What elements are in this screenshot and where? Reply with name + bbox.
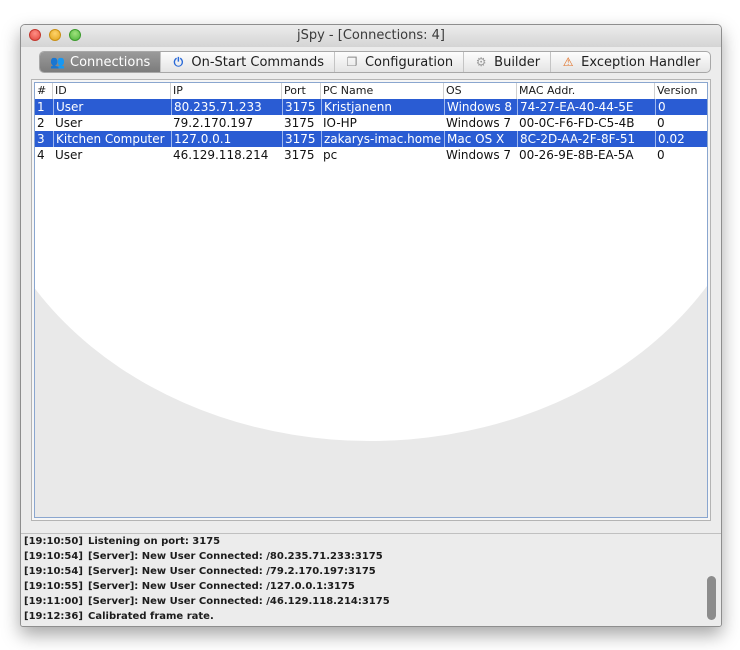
table-cell: 4 <box>37 148 45 162</box>
window-title: jSpy - [Connections: 4] <box>296 28 446 43</box>
table-cell: 3 <box>37 132 45 146</box>
table-cell: 3175 <box>284 148 315 162</box>
table-cell: pc <box>323 148 338 162</box>
table-cell: 1 <box>37 100 45 114</box>
table-cell: 00-26-9E-8B-EA-5A <box>519 148 634 162</box>
table-cell: Mac OS X <box>444 131 517 147</box>
tab-label: Exception Handler <box>581 54 701 70</box>
table-cell: Kristjanenn <box>321 99 444 115</box>
table-cell: Windows 7 <box>446 148 512 162</box>
users-icon: 👥 <box>50 55 65 69</box>
tab-configuration[interactable]: ❐ Configuration <box>335 52 465 72</box>
table-cell: 79.2.170.197 <box>173 116 254 130</box>
table-cell: Windows 8 <box>444 99 517 115</box>
table-cell: 46.129.118.214 <box>173 148 269 162</box>
table-cell: 3175 <box>282 131 321 147</box>
column-header[interactable]: Port <box>282 83 321 99</box>
log-message: [Server]: New User Connected: /80.235.71… <box>88 551 383 562</box>
table-row[interactable]: 1 User 80.235.71.233 3175 Kristjanenn Wi… <box>35 99 707 115</box>
log-message: [Server]: New User Connected: /127.0.0.1… <box>88 581 355 592</box>
table-cell: zakarys-imac.home <box>321 131 444 147</box>
tab-label: Builder <box>494 54 541 70</box>
log-scrollbar-thumb[interactable] <box>707 576 716 620</box>
log-timestamp: [19:10:54] <box>24 551 83 562</box>
table-cell: Kitchen Computer <box>53 131 171 147</box>
table-cell: 0 <box>657 148 665 162</box>
tab-connections[interactable]: 👥 Connections <box>40 52 162 72</box>
log-console[interactable]: [19:10:50] Listening on port: 3175 [19:10… <box>21 533 721 626</box>
table-cell: 00-0C-F6-FD-C5-4B <box>519 116 635 130</box>
log-line: [19:10:50] Listening on port: 3175 <box>21 534 721 549</box>
table-cell: Windows 7 <box>446 116 512 130</box>
column-header[interactable]: OS <box>444 83 517 99</box>
table-cell: 3175 <box>284 116 315 130</box>
log-scrollbar[interactable] <box>706 538 717 624</box>
table-cell: IO-HP <box>323 116 357 130</box>
column-header[interactable]: PC Name <box>321 83 444 99</box>
tab-exception-handler[interactable]: ⚠ Exception Handler <box>551 52 710 72</box>
column-header[interactable]: Version <box>655 83 707 99</box>
log-timestamp: [19:12:36] <box>24 611 83 622</box>
log-timestamp: [19:11:00] <box>24 596 83 607</box>
log-message: [Server]: New User Connected: /79.2.170.… <box>88 566 376 577</box>
tab-label: Configuration <box>364 54 454 70</box>
table-cell: 80.235.71.233 <box>171 99 282 115</box>
table-cell: User <box>55 148 83 162</box>
table-cell: 8C-2D-AA-2F-8F-51 <box>517 131 655 147</box>
table-row[interactable]: 4 User 46.129.118.214 3175 pc Windows 7 … <box>35 147 707 163</box>
table-cell: 2 <box>37 116 45 130</box>
table-cell: 127.0.0.1 <box>171 131 282 147</box>
gear-icon: ⚙ <box>475 55 487 69</box>
config-icon: ❐ <box>346 55 358 69</box>
log-timestamp: [19:10:54] <box>24 566 83 577</box>
table-cell: 74-27-EA-40-44-5E <box>517 99 655 115</box>
tab-on-start-commands[interactable]: ⏻ On-Start Commands <box>161 52 335 72</box>
table-cell: 3175 <box>282 99 321 115</box>
connections-table: # ID IP Port PC Name OS MAC Addr. Versio… <box>34 82 708 518</box>
table-cell: User <box>53 99 171 115</box>
log-line: [19:10:54] [Server]: New User Connected: … <box>21 549 721 564</box>
log-timestamp: [19:10:50] <box>24 536 83 547</box>
table-cell: 0.02 <box>655 131 707 147</box>
log-timestamp: [19:10:55] <box>24 581 83 592</box>
table-cell: 0 <box>657 116 665 130</box>
exception-icon: ⚠ <box>562 55 574 69</box>
tab-label: Connections <box>70 54 151 70</box>
log-message: Calibrated frame rate. <box>88 611 214 622</box>
table-row[interactable]: 2 User 79.2.170.197 3175 IO-HP Windows 7… <box>35 115 707 131</box>
table-header: # ID IP Port PC Name OS MAC Addr. Versio… <box>35 83 707 99</box>
tab-builder[interactable]: ⚙ Builder <box>464 52 552 72</box>
connections-panel: # ID IP Port PC Name OS MAC Addr. Versio… <box>31 79 711 521</box>
log-line: [19:11:00] [Server]: New User Connected: … <box>21 594 721 609</box>
tab-label: On-Start Commands <box>191 54 324 70</box>
log-line: [19:10:54] [Server]: New User Connected: … <box>21 564 721 579</box>
title-bar: jSpy - [Connections: 4] <box>21 25 721 47</box>
log-line: [19:10:55] [Server]: New User Connected: … <box>21 579 721 594</box>
table-cell: 0 <box>655 99 707 115</box>
tab-bar: 👥 Connections ⏻ On-Start Commands ❐ Conf… <box>39 51 712 73</box>
column-header[interactable]: IP <box>171 83 282 99</box>
column-header[interactable]: MAC Addr. <box>517 83 655 99</box>
main-window: jSpy - [Connections: 4] 👥 Connections ⏻ … <box>20 24 722 627</box>
log-message: Listening on port: 3175 <box>88 536 221 547</box>
table-cell: User <box>55 116 83 130</box>
table-row[interactable]: 3 Kitchen Computer 127.0.0.1 3175 zakary… <box>35 131 707 147</box>
column-header[interactable]: # <box>35 83 53 99</box>
power-icon: ⏻ <box>173 54 184 69</box>
log-line: [19:12:36] Calibrated frame rate. <box>21 609 721 624</box>
log-message: [Server]: New User Connected: /46.129.11… <box>88 596 390 607</box>
column-header[interactable]: ID <box>53 83 171 99</box>
